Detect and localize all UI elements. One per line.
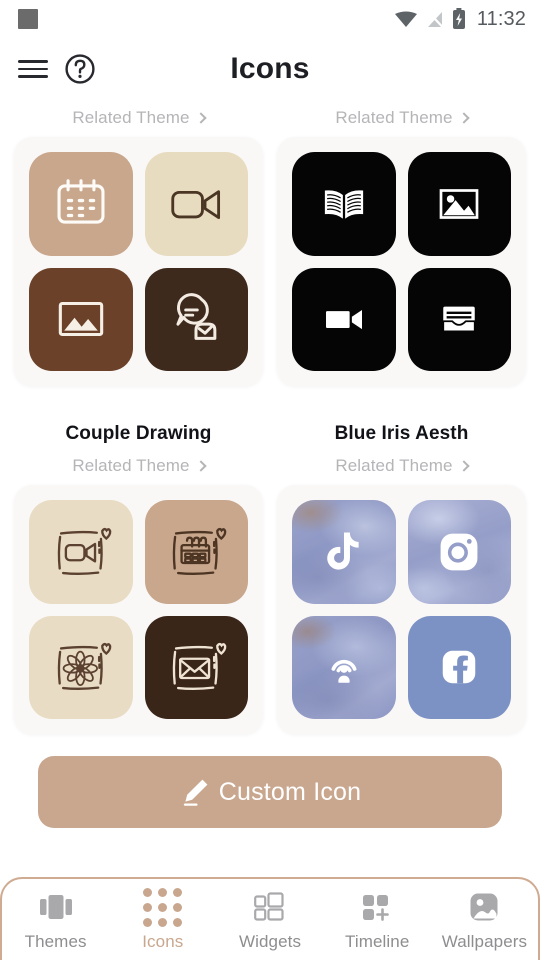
header-left-controls xyxy=(18,53,96,85)
wifi-icon xyxy=(394,11,417,27)
icon-tile-video-camera[interactable] xyxy=(144,152,248,256)
related-theme-label: Related Theme xyxy=(335,108,453,127)
app-square-icon xyxy=(18,9,38,29)
wallpapers-image-icon xyxy=(468,889,500,925)
icon-tile-facebook[interactable] xyxy=(407,615,511,719)
icons-dot-grid-icon xyxy=(143,887,183,927)
status-bar-left xyxy=(18,9,38,29)
nav-label-widgets: Widgets xyxy=(238,932,302,951)
theme-title-1 xyxy=(14,386,263,406)
nav-item-icons[interactable]: Icons xyxy=(109,887,216,952)
timeline-plus-icon xyxy=(360,889,394,925)
video-camera-sketch-icon xyxy=(57,527,112,575)
video-camera-icon xyxy=(325,310,362,330)
status-bar-right: 11:32 xyxy=(394,8,526,31)
custom-icon-button-label: Custom Icon xyxy=(218,777,362,806)
related-theme-label: Related Theme xyxy=(72,108,190,127)
custom-icon-section: Custom Icon xyxy=(0,734,540,828)
related-theme-label: Related Theme xyxy=(335,456,453,475)
custom-icon-button[interactable]: Custom Icon xyxy=(38,756,502,828)
theme-column-2: Related Theme xyxy=(277,100,526,406)
calendar-icon xyxy=(57,178,105,224)
facebook-icon xyxy=(443,651,476,684)
theme-card-2[interactable] xyxy=(277,137,526,386)
calendar-sketch-icon xyxy=(173,527,227,575)
open-book-icon xyxy=(324,190,363,219)
theme-card-4[interactable] xyxy=(277,485,526,734)
related-theme-label: Related Theme xyxy=(72,456,190,475)
hamburger-menu-icon xyxy=(18,58,48,80)
themes-content: Related Theme Related Theme Couple Drawi… xyxy=(0,100,540,734)
icon-tile-flower-sketch[interactable] xyxy=(29,615,133,719)
nav-label-themes: Themes xyxy=(24,932,87,951)
podcast-icon xyxy=(331,660,357,683)
icon-tile-calendar[interactable] xyxy=(29,152,133,256)
themes-grid: Related Theme Related Theme Couple Drawi… xyxy=(14,100,526,734)
theme-card-3[interactable] xyxy=(14,485,263,734)
help-button[interactable] xyxy=(64,53,96,85)
icon-tile-tiktok[interactable] xyxy=(292,500,396,604)
related-theme-link-2[interactable]: Related Theme xyxy=(277,100,526,137)
theme-column-1: Related Theme xyxy=(14,100,263,406)
tiktok-icon xyxy=(326,532,359,570)
chevron-right-icon xyxy=(457,459,470,472)
icon-tile-photo[interactable] xyxy=(407,152,511,256)
icon-tile-wallet[interactable] xyxy=(407,267,511,371)
icon-tile-video-camera[interactable] xyxy=(292,267,396,371)
icon-tile-instagram[interactable] xyxy=(407,500,511,604)
status-bar-clock: 11:32 xyxy=(476,7,526,30)
nav-label-timeline: Timeline xyxy=(345,932,410,951)
hamburger-menu-button[interactable] xyxy=(18,58,48,80)
related-theme-link-4[interactable]: Related Theme xyxy=(277,448,526,485)
chevron-right-icon xyxy=(457,111,470,124)
related-theme-link-3[interactable]: Related Theme xyxy=(14,448,263,485)
bottom-navigation-bar: Themes Icons Widgets Timeline Wallpapers xyxy=(0,877,540,960)
theme-column-4: Blue Iris Aesth Related Theme xyxy=(277,406,526,734)
nav-item-themes[interactable]: Themes xyxy=(2,889,109,952)
chevron-right-icon xyxy=(194,111,207,124)
theme-title-2 xyxy=(277,386,526,406)
nav-item-wallpapers[interactable]: Wallpapers xyxy=(431,889,538,952)
instagram-icon xyxy=(440,533,478,571)
battery-charging-icon xyxy=(452,8,465,29)
flower-sketch-icon xyxy=(57,643,112,691)
theme-title-3: Couple Drawing xyxy=(65,423,212,444)
status-bar: 11:32 xyxy=(0,0,540,38)
widgets-squares-icon xyxy=(253,889,287,925)
signal-off-icon xyxy=(426,9,444,28)
envelope-sketch-icon xyxy=(173,643,227,691)
icon-tile-video-camera-sketch[interactable] xyxy=(29,500,133,604)
icon-tile-podcast[interactable] xyxy=(292,615,396,719)
video-camera-icon xyxy=(171,190,221,219)
nav-label-icons: Icons xyxy=(142,932,184,951)
nav-item-widgets[interactable]: Widgets xyxy=(216,889,323,952)
help-circle-icon xyxy=(65,54,95,84)
related-theme-link-1[interactable]: Related Theme xyxy=(14,100,263,137)
nav-label-wallpapers: Wallpapers xyxy=(441,932,528,951)
icon-tile-chat-person[interactable] xyxy=(144,267,248,371)
theme-card-1[interactable] xyxy=(14,137,263,386)
chat-person-icon xyxy=(176,293,217,341)
photo-icon xyxy=(439,188,479,219)
image-icon xyxy=(58,302,103,337)
wallet-icon xyxy=(442,306,476,333)
icon-tile-calendar-sketch[interactable] xyxy=(144,500,248,604)
icon-tile-open-book[interactable] xyxy=(292,152,396,256)
icon-tile-image[interactable] xyxy=(29,267,133,371)
nav-item-timeline[interactable]: Timeline xyxy=(324,889,431,952)
theme-column-3: Couple Drawing Related Theme xyxy=(14,406,263,734)
pencil-edit-icon xyxy=(183,779,208,806)
themes-cards-icon xyxy=(39,889,73,925)
app-header: Icons xyxy=(0,38,540,100)
chevron-right-icon xyxy=(194,459,207,472)
icon-tile-envelope-sketch[interactable] xyxy=(144,615,248,719)
theme-title-4: Blue Iris Aesth xyxy=(334,423,469,444)
